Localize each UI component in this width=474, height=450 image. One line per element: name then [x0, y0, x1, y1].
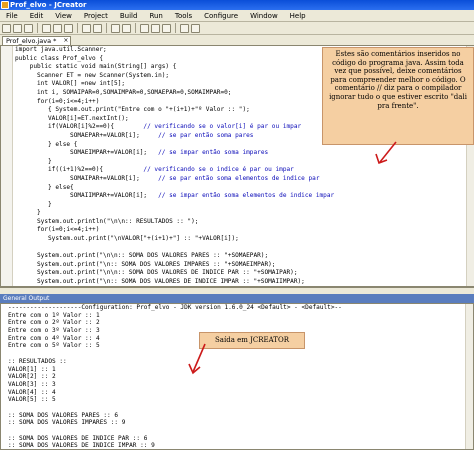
- menu-configure[interactable]: Configure: [198, 10, 244, 21]
- window-title-bar: Prof_elvo - JCreator: [0, 0, 474, 10]
- paste-icon[interactable]: [64, 23, 73, 33]
- code-line[interactable]: if(VALOR[i]%2==0){ // verificando se o v…: [15, 123, 345, 132]
- code-line[interactable]: }: [15, 158, 345, 167]
- output-line: VALOR[4] :: 4: [8, 388, 56, 396]
- code-line[interactable]: int i, SOMAIPAR=0,SOMAIMPAR=0,SOMAEPAR=0…: [15, 89, 345, 98]
- copy-icon[interactable]: [53, 23, 62, 33]
- code-line[interactable]: SOMAEIMPAR+=VALOR[i]; // se impar então …: [15, 149, 345, 158]
- code-line[interactable]: System.out.print("\n\n:: SOMA DOS VALORE…: [15, 252, 345, 261]
- output-line: Entre com o 2º Valor :: 2: [8, 319, 100, 327]
- toolbar-divider: [106, 23, 107, 33]
- menu-view[interactable]: View: [49, 10, 78, 21]
- output-line: :: SOMA DOS VALORES PARES :: 6: [8, 411, 119, 419]
- code-line[interactable]: for(i=0;i<=4;i++): [15, 98, 345, 107]
- new-file-icon[interactable]: [2, 23, 11, 33]
- toolbar: [0, 22, 474, 35]
- redo-icon[interactable]: [93, 23, 102, 33]
- code-line[interactable]: }: [15, 209, 345, 218]
- output-line: VALOR[1] :: 1: [8, 365, 56, 373]
- output-annotation: Saída em JCREATOR: [199, 332, 305, 349]
- window-title: Prof_elvo - JCreator: [10, 1, 87, 9]
- toolbar-divider: [77, 23, 78, 33]
- stop-icon[interactable]: [191, 23, 200, 33]
- code-line[interactable]: VALOR[i]=ET.nextInt();: [15, 115, 345, 124]
- menu-run[interactable]: Run: [143, 10, 168, 21]
- code-line[interactable]: if((i+1)%2==0){ // verificando se o indi…: [15, 166, 345, 175]
- code-comment: // verificando se o valor[i] é par ou im…: [143, 123, 302, 131]
- toolbar-divider: [175, 23, 176, 33]
- build-icon[interactable]: [180, 23, 189, 33]
- code-line[interactable]: public static void main(String[] args) {: [15, 63, 345, 72]
- menu-edit[interactable]: Edit: [24, 10, 50, 21]
- output-line: :: SOMA DOS VALORES DE INDICE PAR :: 6: [8, 434, 148, 442]
- code-line[interactable]: SOMAIIMPAR+=VALOR[i]; // se impar então …: [15, 192, 345, 201]
- code-line[interactable]: import java.util.Scanner;: [15, 46, 345, 55]
- output-line: :: SOMA DOS VALORES DE INDICE IMPAR :: 9: [8, 442, 155, 450]
- menu-bar: File Edit View Project Build Run Tools C…: [0, 10, 474, 22]
- code-line[interactable]: public class Prof_elvo {: [15, 55, 345, 64]
- save-icon[interactable]: [24, 23, 33, 33]
- code-line[interactable]: } else{: [15, 184, 345, 193]
- code-text[interactable]: import java.util.Scanner; public class Pr…: [15, 46, 345, 304]
- find-icon[interactable]: [111, 23, 120, 33]
- code-line[interactable]: Scanner ET = new Scanner(System.in);: [15, 72, 345, 81]
- code-line[interactable]: SOMAEPAR+=VALOR[i]; // se par então soma…: [15, 132, 345, 141]
- code-comment: // se impar então soma elementos de indi…: [158, 192, 335, 200]
- code-line[interactable]: System.out.print("\n:: SOMA DOS VALORES …: [15, 261, 345, 270]
- output-line: :: RESULTADOS ::: [8, 357, 67, 365]
- app-icon: [1, 1, 9, 9]
- output-text: --------------------Configuration: Prof_…: [8, 304, 342, 450]
- code-line[interactable]: System.out.println("\n\n:: RESULTADOS ::…: [15, 218, 345, 227]
- tab-prof-elvo[interactable]: Prof_elvo.java * ×: [2, 36, 72, 45]
- tab-label: Prof_elvo.java *: [6, 37, 57, 45]
- undo-icon[interactable]: [82, 23, 91, 33]
- general-output-panel: --------------------Configuration: Prof_…: [0, 303, 474, 450]
- code-line[interactable]: [15, 244, 345, 253]
- comment-annotation: Estes são comentários inseridos no códig…: [322, 47, 474, 145]
- menu-build[interactable]: Build: [114, 10, 144, 21]
- code-line[interactable]: SOMAIPAR+=VALOR[i]; // se par então soma…: [15, 175, 345, 184]
- code-comment: // se par então soma elementos de indice…: [158, 174, 320, 182]
- output-line: :: SOMA DOS VALORES IMPARES :: 9: [8, 419, 126, 427]
- code-line[interactable]: { System.out.print("Entre com o "+(i+1)+…: [15, 106, 345, 115]
- debug-icon[interactable]: [162, 23, 171, 33]
- code-line[interactable]: }: [15, 201, 345, 210]
- output-line: VALOR[3] :: 3: [8, 380, 56, 388]
- toolbar-divider: [135, 23, 136, 33]
- output-line: Entre com o 1º Valor :: 1: [8, 311, 100, 319]
- code-comment: // verificando se o indice é par ou impa…: [143, 166, 294, 174]
- run-icon[interactable]: [151, 23, 160, 33]
- menu-help[interactable]: Help: [284, 10, 312, 21]
- replace-icon[interactable]: [122, 23, 131, 33]
- menu-tools[interactable]: Tools: [169, 10, 198, 21]
- toolbar-divider: [37, 23, 38, 33]
- menu-project[interactable]: Project: [78, 10, 114, 21]
- code-comment: // se par então soma pares: [158, 131, 254, 139]
- editor-tab-bar: Prof_elvo.java * ×: [0, 35, 474, 45]
- code-line[interactable]: System.out.print("\n:: SOMA DOS VALORES …: [15, 278, 345, 287]
- open-file-icon[interactable]: [13, 23, 22, 33]
- output-scrollbar[interactable]: [465, 304, 473, 449]
- line-gutter: [1, 46, 13, 286]
- menu-file[interactable]: File: [0, 10, 24, 21]
- code-comment: // se impar então soma impares: [158, 149, 269, 157]
- close-icon[interactable]: ×: [63, 37, 68, 45]
- output-arrow-icon: [188, 343, 206, 375]
- cut-icon[interactable]: [42, 23, 51, 33]
- code-line[interactable]: int VALOR[] =new int[5];: [15, 80, 345, 89]
- code-line[interactable]: for(i=0;i<=4;i++): [15, 226, 345, 235]
- output-line: VALOR[2] :: 2: [8, 373, 56, 381]
- menu-window[interactable]: Window: [244, 10, 284, 21]
- output-panel-title: General Output: [0, 294, 474, 303]
- output-line: --------------------Configuration: Prof_…: [8, 304, 342, 311]
- output-line: VALOR[5] :: 5: [8, 396, 56, 404]
- code-line[interactable]: System.out.print("\nVALOR["+(i+1)+"] :: …: [15, 235, 345, 244]
- compile-icon[interactable]: [140, 23, 149, 33]
- annotation-arrow-icon: [375, 141, 397, 165]
- code-line[interactable]: } else {: [15, 141, 345, 150]
- code-line[interactable]: System.out.print("\n\n:: SOMA DOS VALORE…: [15, 269, 345, 278]
